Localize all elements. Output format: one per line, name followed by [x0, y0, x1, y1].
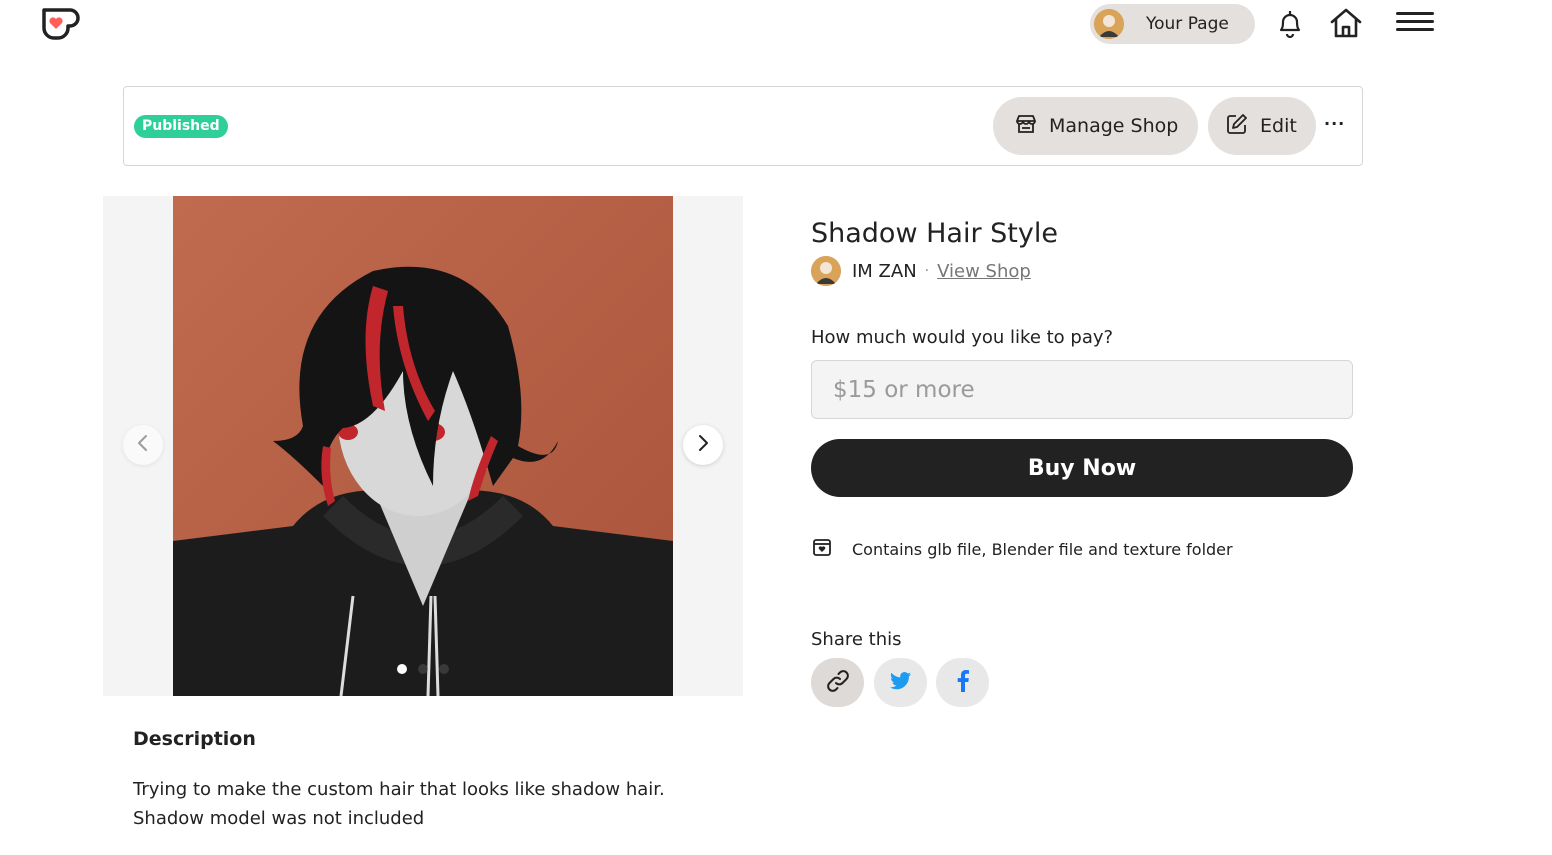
gallery-dot-2[interactable]	[418, 664, 428, 674]
price-input[interactable]	[811, 360, 1353, 419]
manage-shop-label: Manage Shop	[1049, 115, 1179, 137]
creator-row: IM ZAN · View Shop	[811, 256, 1031, 286]
your-page-button[interactable]: Your Page	[1090, 4, 1255, 44]
kofi-logo-icon[interactable]	[40, 6, 80, 40]
share-heading: Share this	[811, 629, 902, 650]
contents-info: Contains glb file, Blender file and text…	[811, 536, 1233, 562]
edit-icon	[1226, 113, 1248, 139]
product-status-bar: Published Manage Shop Edit ···	[123, 86, 1363, 166]
package-icon	[811, 536, 833, 562]
chevron-left-icon	[136, 434, 150, 456]
product-image	[173, 196, 673, 696]
product-gallery	[103, 196, 743, 696]
description-heading: Description	[133, 728, 256, 750]
bell-icon[interactable]	[1275, 8, 1305, 40]
description-text: Trying to make the custom hair that look…	[133, 775, 753, 833]
status-badge: Published	[134, 115, 228, 138]
gallery-pagination	[397, 664, 449, 674]
gallery-next-button[interactable]	[683, 425, 723, 465]
edit-button[interactable]: Edit	[1208, 97, 1316, 155]
share-twitter-button[interactable]	[874, 658, 927, 707]
top-nav: Your Page	[0, 0, 1552, 48]
home-icon[interactable]	[1328, 6, 1364, 40]
twitter-icon	[889, 671, 912, 695]
view-shop-link[interactable]: View Shop	[937, 261, 1031, 282]
more-icon[interactable]: ···	[1324, 114, 1346, 138]
description-line: Shadow model was not included	[133, 808, 425, 829]
avatar	[1094, 9, 1124, 39]
edit-label: Edit	[1260, 115, 1297, 137]
description-line: Trying to make the custom hair that look…	[133, 779, 665, 800]
contents-text: Contains glb file, Blender file and text…	[852, 539, 1233, 559]
buy-now-button[interactable]: Buy Now	[811, 439, 1353, 497]
chevron-right-icon	[696, 434, 710, 456]
separator: ·	[924, 263, 930, 279]
link-icon	[825, 668, 851, 698]
manage-shop-button[interactable]: Manage Shop	[993, 97, 1198, 155]
pay-label: How much would you like to pay?	[811, 327, 1114, 348]
gallery-prev-button[interactable]	[123, 425, 163, 465]
share-link-button[interactable]	[811, 658, 864, 707]
gallery-dot-1[interactable]	[397, 664, 407, 674]
shop-icon	[1015, 114, 1037, 138]
product-title: Shadow Hair Style	[811, 218, 1058, 249]
facebook-icon	[957, 669, 969, 696]
your-page-label: Your Page	[1146, 14, 1229, 34]
creator-name[interactable]: IM ZAN	[852, 261, 917, 282]
share-facebook-button[interactable]	[936, 658, 989, 707]
gallery-dot-3[interactable]	[439, 664, 449, 674]
hamburger-menu-icon[interactable]	[1396, 12, 1434, 36]
avatar[interactable]	[811, 256, 841, 286]
